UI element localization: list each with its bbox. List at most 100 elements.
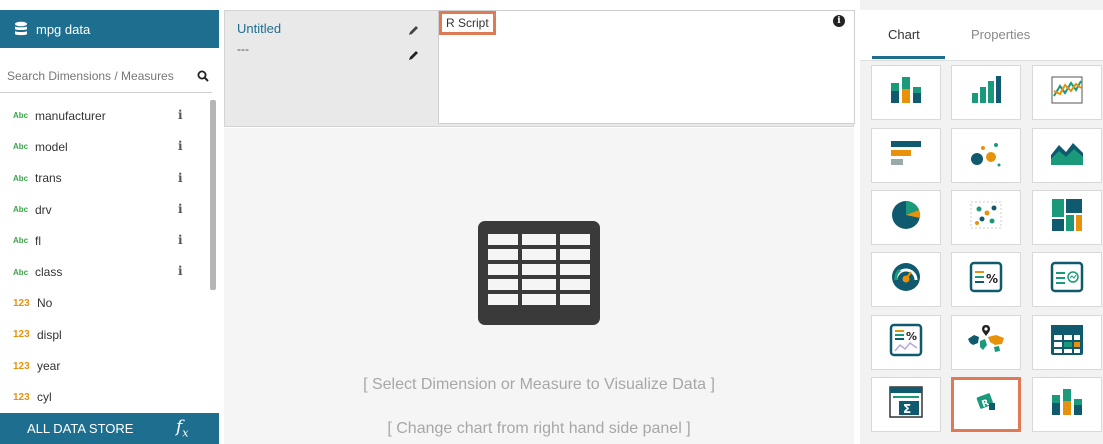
field-item-no[interactable]: 123 No xyxy=(0,288,210,319)
field-item-drv[interactable]: Abc drv i xyxy=(0,194,210,225)
chart-type-line[interactable] xyxy=(1032,65,1102,120)
chart-type-scatter[interactable] xyxy=(951,190,1021,245)
area-chart-icon xyxy=(1050,139,1084,172)
field-name: model xyxy=(35,139,68,154)
geo-map-icon xyxy=(966,323,1006,362)
chart-type-kpi-percent[interactable]: % xyxy=(951,252,1021,307)
field-item-displ[interactable]: 123 displ xyxy=(0,319,210,350)
field-name: displ xyxy=(37,327,62,342)
chart-type-gauge[interactable] xyxy=(871,252,941,307)
measure-type-badge: 123 xyxy=(13,329,30,341)
edit-title-icon[interactable] xyxy=(408,23,419,41)
r-script-editor[interactable]: R Script i xyxy=(438,10,855,124)
field-name: trans xyxy=(35,171,62,186)
bubble-chart-icon xyxy=(970,139,1002,172)
chart-type-area[interactable] xyxy=(1032,128,1102,183)
dimension-type-badge: Abc xyxy=(13,111,29,121)
empty-state-hint: [ Change chart from right hand side pane… xyxy=(387,420,691,437)
data-grid-icon xyxy=(1050,324,1084,361)
chart-type-colored-bar-2[interactable] xyxy=(1032,377,1102,432)
search-bar xyxy=(0,60,212,93)
chart-type-horizontal-bar[interactable] xyxy=(871,128,941,183)
datasource-name: mpg data xyxy=(36,21,91,37)
svg-text:Σ: Σ xyxy=(903,402,911,416)
chart-type-bubble[interactable] xyxy=(951,128,1021,183)
info-icon[interactable]: i xyxy=(178,202,183,216)
field-name: drv xyxy=(35,202,52,217)
field-name: class xyxy=(35,265,63,280)
dimension-type-badge: Abc xyxy=(13,236,29,246)
field-name: cyl xyxy=(37,390,52,405)
dimension-type-badge: Abc xyxy=(13,173,29,183)
field-item-model[interactable]: Abc model i xyxy=(0,131,210,162)
bar-chart-icon xyxy=(970,75,1002,110)
chart-title[interactable]: Untitled xyxy=(237,21,281,36)
measure-type-badge: 123 xyxy=(13,360,30,372)
field-item-cyl[interactable]: 123 cyl xyxy=(0,382,210,413)
pie-chart-icon xyxy=(890,199,922,236)
colored-bar-icon xyxy=(889,75,923,110)
footer-label: ALL DATA STORE xyxy=(27,421,134,436)
measure-type-badge: 123 xyxy=(13,391,30,403)
horizontal-bar-icon xyxy=(889,139,923,172)
datasource-header[interactable]: mpg data xyxy=(0,10,219,48)
dimension-type-badge: Abc xyxy=(13,205,29,215)
r-script-label: R Script xyxy=(439,11,496,35)
dimension-type-badge: Abc xyxy=(13,142,29,152)
field-item-class[interactable]: Abc class i xyxy=(0,256,210,287)
kpi-percent-icon: % xyxy=(969,261,1003,298)
empty-state-message: [ Select Dimension or Measure to Visuali… xyxy=(363,376,715,393)
info-icon[interactable]: i xyxy=(178,108,183,122)
chart-type-geo-map[interactable] xyxy=(951,315,1021,370)
field-list-scrollbar[interactable] xyxy=(210,100,216,290)
kpi-percent-line-icon: % xyxy=(889,323,923,362)
svg-text:%: % xyxy=(986,272,998,286)
scatter-plot-icon xyxy=(970,201,1002,234)
info-icon[interactable]: i xyxy=(178,171,183,185)
field-item-trans[interactable]: Abc trans i xyxy=(0,163,210,194)
all-data-store-button[interactable]: ALL DATA STORE fx xyxy=(0,413,219,444)
info-icon[interactable]: i xyxy=(178,233,183,247)
chart-type-bar[interactable] xyxy=(951,65,1021,120)
line-chart-icon xyxy=(1051,76,1083,109)
field-name: No xyxy=(37,296,53,311)
field-item-year[interactable]: 123 year xyxy=(0,350,210,381)
edit-subtitle-icon[interactable] xyxy=(408,48,419,66)
info-icon[interactable]: i xyxy=(833,15,845,27)
table-placeholder-icon xyxy=(478,221,600,330)
treemap-icon xyxy=(1052,199,1082,236)
tab-chart[interactable]: Chart xyxy=(888,27,920,42)
chart-type-data-grid[interactable] xyxy=(1032,315,1102,370)
svg-text:%: % xyxy=(906,330,917,343)
chart-header-panel: Untitled --- R Script i xyxy=(224,10,855,127)
tab-properties[interactable]: Properties xyxy=(971,27,1030,42)
chart-type-colored-bar[interactable] xyxy=(871,65,941,120)
measure-type-badge: 123 xyxy=(13,297,30,309)
formula-icon[interactable]: fx xyxy=(176,417,189,439)
field-name: fl xyxy=(35,233,41,248)
chart-type-kpi-trend[interactable] xyxy=(1032,252,1102,307)
chart-type-treemap[interactable] xyxy=(1032,190,1102,245)
r-script-icon: R xyxy=(975,392,997,417)
visualization-canvas: [ Select Dimension or Measure to Visuali… xyxy=(224,128,854,444)
chart-type-kpi-percent-line[interactable]: % xyxy=(871,315,941,370)
info-icon[interactable]: i xyxy=(178,264,183,278)
database-icon xyxy=(13,21,29,37)
chart-type-pivot-sum[interactable]: Σ xyxy=(871,377,941,432)
field-name: manufacturer xyxy=(35,108,106,123)
active-tab-indicator xyxy=(872,56,945,59)
data-panel: mpg data Abc manufacturer i Abc model i … xyxy=(0,0,219,444)
field-item-manufacturer[interactable]: Abc manufacturer i xyxy=(0,100,210,131)
info-icon[interactable]: i xyxy=(178,139,183,153)
formula-x: x xyxy=(182,426,189,440)
gauge-icon xyxy=(890,261,922,298)
chart-subtitle[interactable]: --- xyxy=(237,42,249,56)
field-item-fl[interactable]: Abc fl i xyxy=(0,225,210,256)
field-list: Abc manufacturer i Abc model i Abc trans… xyxy=(0,100,210,412)
search-icon[interactable] xyxy=(197,69,209,87)
chart-type-panel: Chart Properties % % Σ R xyxy=(860,0,1103,444)
chart-type-pie[interactable] xyxy=(871,190,941,245)
kpi-trend-icon xyxy=(1050,261,1084,298)
search-input[interactable] xyxy=(5,68,189,84)
chart-type-r-script[interactable]: R xyxy=(951,377,1021,432)
